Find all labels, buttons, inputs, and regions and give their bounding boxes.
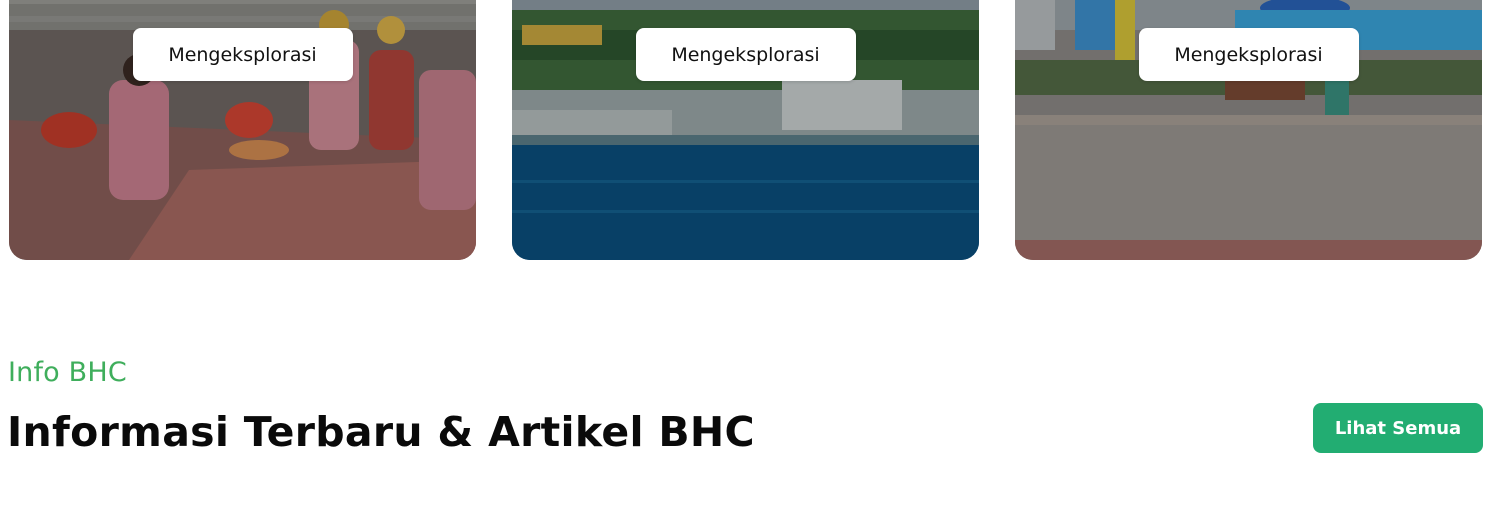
section-eyebrow: Info BHC (8, 357, 127, 388)
see-all-button[interactable]: Lihat Semua (1313, 403, 1483, 453)
destination-card-waterfront[interactable]: Mengeksplorasi (512, 0, 979, 260)
section-title: Informasi Terbaru & Artikel BHC (7, 408, 755, 456)
destination-cards: Mengeksplorasi Mengeksplorasi Mengeksplo… (0, 0, 1489, 262)
destination-card-waterpark[interactable]: Mengeksplorasi (1015, 0, 1482, 260)
explore-button[interactable]: Mengeksplorasi (132, 28, 353, 81)
destination-card-dance[interactable]: Mengeksplorasi (9, 0, 476, 260)
explore-button[interactable]: Mengeksplorasi (635, 28, 856, 81)
explore-button[interactable]: Mengeksplorasi (1138, 28, 1359, 81)
